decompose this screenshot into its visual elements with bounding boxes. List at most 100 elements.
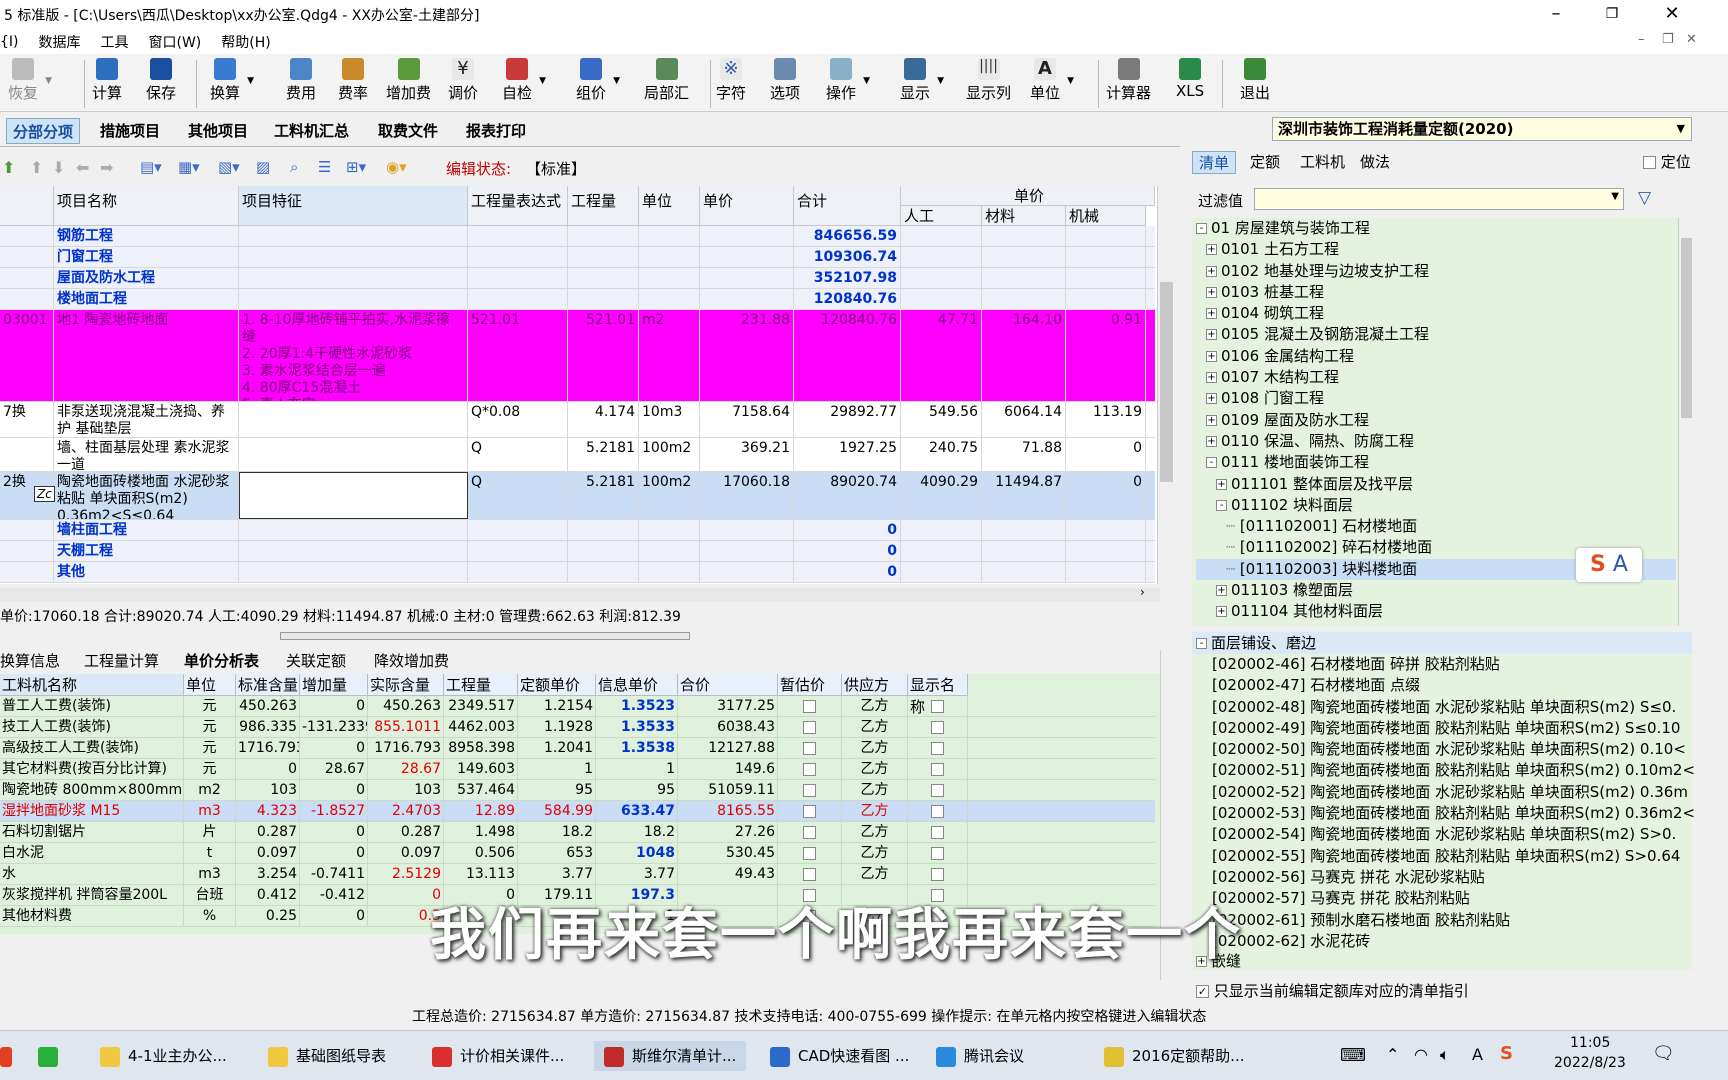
filter-icon[interactable]: ▨: [256, 158, 270, 176]
table-cell-show[interactable]: [908, 738, 968, 759]
col-header-unit[interactable]: 单位: [184, 674, 236, 696]
table-cell-show[interactable]: [908, 717, 968, 738]
unit-button[interactable]: A 单位 ▼: [1030, 58, 1074, 103]
table-cell-mat[interactable]: 6064.14: [982, 402, 1066, 437]
table-cell-mat[interactable]: [982, 289, 1066, 309]
tab-material[interactable]: 工料机: [1300, 151, 1345, 172]
group-price-button[interactable]: 组价 ▼: [576, 58, 620, 103]
replace-icon[interactable]: ▤▾: [140, 158, 162, 176]
input-method-icon[interactable]: A: [1472, 1045, 1483, 1064]
table-cell-est[interactable]: [778, 801, 842, 822]
table-cell-std[interactable]: 0.25: [236, 906, 300, 927]
col-header-ip[interactable]: 信息单价: [596, 674, 678, 696]
tab-unit-price-analysis[interactable]: 单价分析表: [184, 650, 259, 671]
table-cell-qty[interactable]: [568, 226, 639, 246]
table-cell-unit[interactable]: [639, 541, 700, 561]
table-cell-total[interactable]: 0: [794, 562, 901, 582]
table-cell-est[interactable]: [778, 696, 842, 717]
tree-item[interactable]: +0104 砌筑工程: [1196, 303, 1676, 324]
table-cell-price[interactable]: 17060.18: [700, 472, 794, 519]
tab-report-print[interactable]: 报表打印: [460, 118, 532, 144]
table-cell-sum[interactable]: 51059.11: [678, 780, 778, 801]
table-cell-sup[interactable]: 乙方: [842, 696, 908, 717]
mdi-minimize-icon[interactable]: –: [1638, 32, 1645, 47]
table-cell-mat[interactable]: [982, 520, 1066, 540]
table-cell-ip[interactable]: 1048: [596, 843, 678, 864]
col-header-est[interactable]: 暂估价: [778, 674, 842, 696]
table-cell-labor[interactable]: [901, 226, 982, 246]
col-header-name[interactable]: 工料机名称: [0, 674, 184, 696]
table-cell-labor[interactable]: 4090.29: [901, 472, 982, 519]
notification-icon[interactable]: 🗨︎: [1652, 1043, 1675, 1064]
table-cell-code[interactable]: 7换: [0, 402, 54, 437]
tab-related-quota[interactable]: 关联定额: [286, 650, 346, 671]
quota-library-select[interactable]: 深圳市装饰工程消耗量定额(2020) ▼: [1272, 117, 1692, 141]
table-row[interactable]: 陶瓷地砖 800mm×800mm m2 103 0 103 537.464 95 95 5105…: [0, 780, 1155, 801]
checkbox-icon[interactable]: [803, 846, 816, 860]
table-cell-std[interactable]: 103: [236, 780, 300, 801]
expand-icon[interactable]: +: [1206, 308, 1217, 320]
collapse-icon[interactable]: -: [1196, 223, 1207, 234]
expand-icon[interactable]: +: [1216, 478, 1227, 490]
table-cell-qty[interactable]: 4.174: [568, 402, 639, 437]
tab-other-items[interactable]: 其他项目: [182, 118, 254, 144]
table-cell-mat[interactable]: 11494.87: [982, 472, 1066, 519]
table-row[interactable]: 2换 陶瓷地面砖楼地面 水泥砂浆粘贴 单块面积S(m2) 0.36m2<S≤0.6…: [0, 472, 1155, 520]
table-cell-feature[interactable]: [239, 289, 468, 309]
table-cell-show[interactable]: [908, 696, 968, 717]
table-cell-add[interactable]: 0: [300, 696, 368, 717]
funnel-icon[interactable]: ▽: [1638, 188, 1651, 208]
table-cell-est[interactable]: [778, 822, 842, 843]
table-cell-expr[interactable]: 521.01: [468, 310, 568, 401]
menu-item-window[interactable]: 窗口(W): [139, 32, 212, 52]
table-cell-act[interactable]: 450.263: [368, 696, 444, 717]
rate-button[interactable]: 费率: [338, 58, 368, 103]
arrow-down-icon[interactable]: ⬇: [52, 158, 65, 177]
table-cell-unit[interactable]: [639, 226, 700, 246]
table-cell-std[interactable]: 3.254: [236, 864, 300, 885]
table-cell-price[interactable]: 7158.64: [700, 402, 794, 437]
exit-button[interactable]: 退出: [1240, 58, 1270, 103]
table-cell-mach[interactable]: [1066, 247, 1146, 267]
checkbox-icon[interactable]: [803, 699, 816, 713]
table-cell-sup[interactable]: 乙方: [842, 759, 908, 780]
table-cell-unit[interactable]: [639, 562, 700, 582]
menu-item-tools[interactable]: 工具: [91, 32, 139, 52]
table-cell-mat[interactable]: [982, 268, 1066, 288]
arrow-right-icon[interactable]: ➡: [100, 158, 113, 177]
table-cell-code[interactable]: [0, 438, 54, 471]
table-cell-std[interactable]: 450.263: [236, 696, 300, 717]
table-cell-feature[interactable]: 1. 8-10厚地砖铺平拍实,水泥浆擦缝 2. 20厚1:4干硬性水泥砂浆 3.…: [239, 310, 468, 401]
table-row[interactable]: 湿拌地面砂浆 M15 m3 4.323 -1.8527 2.4703 12.89 584.9…: [0, 801, 1155, 822]
table-row[interactable]: 天棚工程 0: [0, 541, 1155, 562]
list-item[interactable]: [020002-48] 陶瓷地面砖楼地面 水泥砂浆粘贴 单块面积S(m2) S≤…: [1212, 697, 1682, 718]
table-cell-unit[interactable]: 元: [184, 759, 236, 780]
table-cell-qty[interactable]: [568, 268, 639, 288]
table-cell-name[interactable]: 技工人工费(装饰): [0, 717, 184, 738]
list-item[interactable]: [020002-57] 马赛克 拼花 胶粘剂粘贴: [1212, 888, 1682, 909]
table-cell-show[interactable]: [908, 780, 968, 801]
table-cell-name[interactable]: 白水泥: [0, 843, 184, 864]
table-cell-qty[interactable]: 2349.517: [444, 696, 518, 717]
table-cell-std[interactable]: 4.323: [236, 801, 300, 822]
tree-item[interactable]: +0106 金属结构工程: [1196, 346, 1676, 367]
table-cell-expr[interactable]: [468, 226, 568, 246]
table-cell-sum[interactable]: 27.26: [678, 822, 778, 843]
table-cell-mach[interactable]: 0: [1066, 438, 1146, 471]
tree-item[interactable]: +011104 其他材料面层: [1196, 601, 1676, 622]
table-cell-name[interactable]: 高级技工人工费(装饰): [0, 738, 184, 759]
sort-icon[interactable]: ⊞▾: [346, 158, 366, 176]
table-cell-est[interactable]: [778, 843, 842, 864]
col-header-quantity[interactable]: 工程量: [568, 186, 639, 226]
table-cell-unit[interactable]: 元: [184, 696, 236, 717]
table-cell-expr[interactable]: Q*0.08: [468, 402, 568, 437]
table-cell-code[interactable]: [0, 226, 54, 246]
table-row[interactable]: 石料切割锯片片 0.287 0 0.287 1.498 18.2 18.2 27.26 乙方: [0, 822, 1155, 843]
table-row[interactable]: 水 m3 3.254 -0.7411 2.5129 13.113 3.77 3.77 49.43…: [0, 864, 1155, 885]
checkbox-icon[interactable]: [931, 783, 944, 797]
table-cell-mat[interactable]: 164.10: [982, 310, 1066, 401]
list-item[interactable]: [020002-54] 陶瓷地面砖楼地面 水泥砂浆粘贴 单块面积S(m2) S>…: [1212, 824, 1682, 845]
display-columns-button[interactable]: |||| 显示列: [966, 58, 1011, 103]
table-cell-price[interactable]: [700, 247, 794, 267]
table-cell-ip[interactable]: 1.3523: [596, 696, 678, 717]
